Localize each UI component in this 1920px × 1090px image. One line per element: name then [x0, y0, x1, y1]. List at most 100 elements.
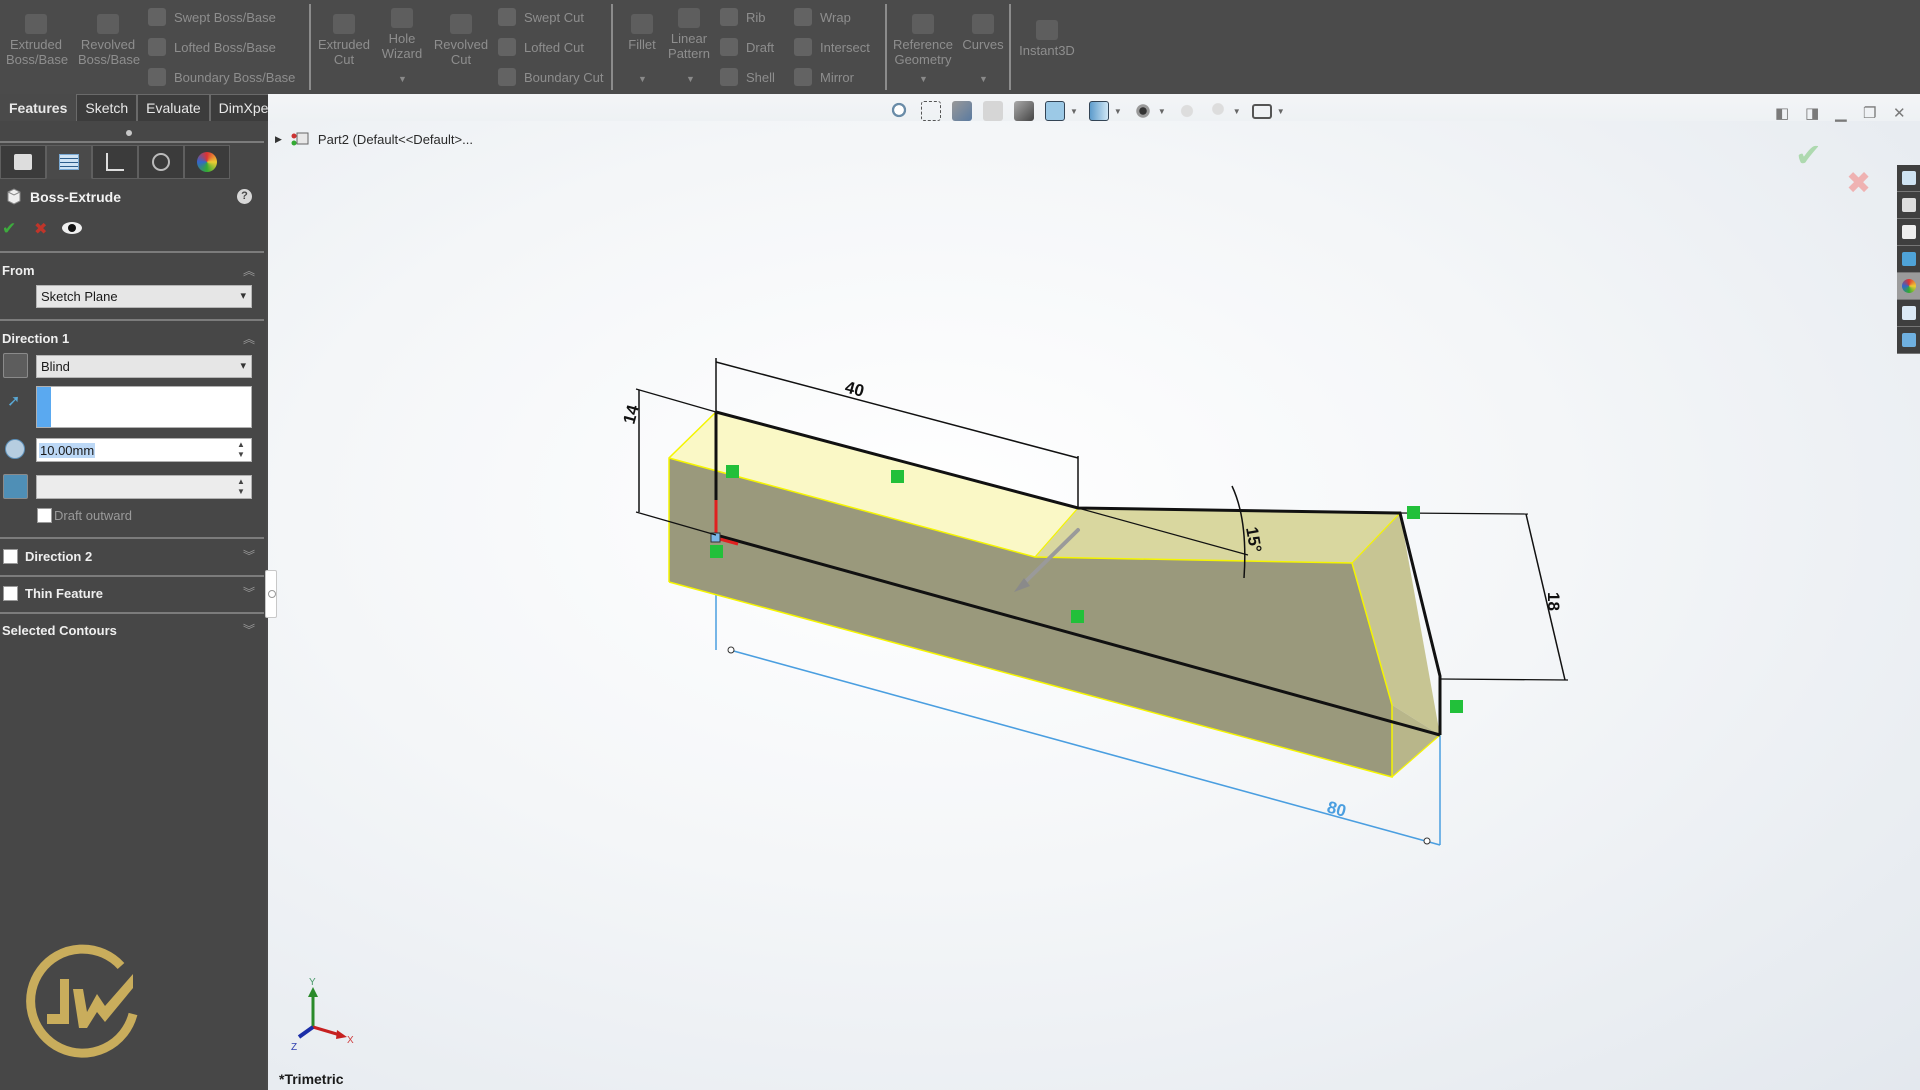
- draft-angle-input[interactable]: ▲ ▼: [36, 475, 252, 499]
- reference-geometry-dropdown[interactable]: ▼: [919, 74, 928, 84]
- ok-button[interactable]: ✔: [2, 219, 16, 239]
- zoom-to-fit-icon[interactable]: [890, 101, 910, 121]
- dimension-18-label[interactable]: 18: [1544, 592, 1563, 611]
- tab-evaluate[interactable]: Evaluate: [137, 94, 210, 121]
- boundary-boss-base-button[interactable]: Boundary Boss/Base: [148, 67, 295, 87]
- vertical-relation-icon[interactable]: [1407, 506, 1420, 519]
- minimize-icon[interactable]: ▁: [1835, 104, 1847, 122]
- draft-angle-spinner[interactable]: ▲ ▼: [233, 477, 249, 497]
- boundary-cut-button[interactable]: Boundary Cut: [498, 67, 604, 87]
- tile-left-icon[interactable]: ◧: [1775, 104, 1789, 122]
- expand-down-icon[interactable]: ︾: [243, 547, 255, 564]
- draft-outward-checkbox[interactable]: [37, 508, 52, 523]
- cancel-button[interactable]: ✖: [34, 219, 47, 239]
- view-settings-dropdown[interactable]: ▼: [1277, 107, 1285, 116]
- extruded-boss-base-button[interactable]: Extruded Boss/Base: [6, 14, 68, 67]
- horizontal-relation-icon[interactable]: [1071, 610, 1084, 623]
- close-icon[interactable]: ✕: [1893, 104, 1906, 122]
- view-settings-icon[interactable]: [1251, 103, 1272, 119]
- direction-reference-selection-box[interactable]: [36, 386, 252, 428]
- dynamic-annotation-views-icon[interactable]: [1014, 101, 1034, 121]
- tab-features[interactable]: Features: [0, 94, 77, 121]
- view-orientation-icon[interactable]: [1045, 101, 1065, 121]
- display-style-icon[interactable]: [1088, 101, 1109, 121]
- flyout-feature-tree[interactable]: ▶ Part2 (Default<<Default>...: [275, 130, 473, 148]
- shell-button[interactable]: Shell: [720, 67, 775, 87]
- edit-appearance-icon[interactable]: [1176, 101, 1197, 121]
- dimxpert-manager-tab[interactable]: [138, 145, 184, 179]
- rib-button[interactable]: Rib: [720, 7, 766, 27]
- previous-view-icon[interactable]: [952, 101, 972, 121]
- expand-arrow-icon[interactable]: ▶: [275, 134, 282, 145]
- swept-boss-base-button[interactable]: Swept Boss/Base: [148, 7, 276, 27]
- panel-grip[interactable]: [126, 130, 132, 136]
- property-manager-tab[interactable]: [46, 145, 92, 179]
- hide-show-items-icon[interactable]: [1132, 101, 1153, 121]
- view-palette-tab[interactable]: [1897, 246, 1920, 273]
- horizontal-relation-icon[interactable]: [891, 470, 904, 483]
- graphics-area[interactable]: 40 14 15° 18 80: [268, 121, 1920, 1090]
- part-name[interactable]: Part2 (Default<<Default>...: [318, 132, 473, 147]
- mirror-button[interactable]: Mirror: [794, 67, 854, 87]
- fillet-button[interactable]: Fillet: [620, 14, 664, 52]
- confirmation-ok-icon[interactable]: ✔: [1795, 136, 1822, 174]
- lofted-boss-base-button[interactable]: Lofted Boss/Base: [148, 37, 276, 57]
- help-icon[interactable]: ?: [237, 189, 252, 204]
- curves-button[interactable]: Curves: [960, 14, 1006, 52]
- collapse-up-icon[interactable]: ︽: [243, 262, 255, 279]
- panel-resize-handle[interactable]: [265, 570, 277, 618]
- direction2-checkbox[interactable]: [3, 549, 18, 564]
- tile-right-icon[interactable]: ◨: [1805, 104, 1819, 122]
- view-orientation-dropdown[interactable]: ▼: [1070, 107, 1078, 116]
- depth-spinner[interactable]: ▲ ▼: [233, 440, 249, 460]
- extruded-cut-button[interactable]: Extruded Cut: [314, 14, 374, 67]
- vertical-relation-icon[interactable]: [726, 465, 739, 478]
- linear-pattern-dropdown[interactable]: ▼: [686, 74, 695, 84]
- reference-geometry-button[interactable]: Reference Geometry: [892, 14, 954, 67]
- file-explorer-tab[interactable]: [1897, 219, 1920, 246]
- swept-cut-button[interactable]: Swept Cut: [498, 7, 584, 27]
- forum-tab[interactable]: [1897, 327, 1920, 354]
- fillet-dropdown[interactable]: ▼: [638, 74, 647, 84]
- wrap-button[interactable]: Wrap: [794, 7, 851, 27]
- display-manager-tab[interactable]: [184, 145, 230, 179]
- model-view[interactable]: 40 14 15° 18 80: [268, 121, 1920, 1090]
- hide-show-dropdown[interactable]: ▼: [1158, 107, 1166, 116]
- from-select[interactable]: Sketch Plane ▾: [36, 285, 252, 308]
- intersect-button[interactable]: Intersect: [794, 37, 870, 57]
- dimension-80-label[interactable]: 80: [1325, 798, 1348, 821]
- design-library-tab[interactable]: [1897, 192, 1920, 219]
- apply-scene-dropdown[interactable]: ▼: [1233, 107, 1241, 116]
- section-view-icon[interactable]: [983, 101, 1003, 121]
- end-condition-select[interactable]: Blind ▾: [36, 355, 252, 378]
- zoom-to-area-icon[interactable]: [921, 101, 941, 121]
- coincident-relation-icon[interactable]: [710, 545, 723, 558]
- solidworks-resources-tab[interactable]: [1897, 165, 1920, 192]
- depth-input[interactable]: 10.00mm ▲ ▼: [36, 438, 252, 462]
- detailed-preview-icon[interactable]: [62, 222, 82, 234]
- collapse-up-icon[interactable]: ︽: [243, 330, 255, 347]
- hole-wizard-button[interactable]: Hole Wizard: [374, 8, 430, 61]
- draft-button[interactable]: Draft: [720, 37, 774, 57]
- lofted-cut-button[interactable]: Lofted Cut: [498, 37, 584, 57]
- display-style-dropdown[interactable]: ▼: [1114, 107, 1122, 116]
- tab-sketch[interactable]: Sketch: [76, 94, 138, 121]
- restore-icon[interactable]: ❐: [1863, 104, 1876, 122]
- hole-wizard-dropdown[interactable]: ▼: [398, 74, 407, 84]
- linear-pattern-button[interactable]: Linear Pattern: [664, 8, 714, 61]
- appearances-tab[interactable]: [1897, 273, 1920, 300]
- revolved-boss-base-button[interactable]: Revolved Boss/Base: [78, 14, 140, 67]
- feature-manager-tab[interactable]: [0, 145, 46, 179]
- curves-dropdown[interactable]: ▼: [979, 74, 988, 84]
- instant3d-button[interactable]: Instant3D: [1014, 20, 1080, 58]
- custom-properties-tab[interactable]: [1897, 300, 1920, 327]
- reverse-direction-button[interactable]: [3, 353, 28, 378]
- draft-on-off-button[interactable]: [3, 474, 28, 499]
- configuration-manager-tab[interactable]: [92, 145, 138, 179]
- apply-scene-icon[interactable]: [1207, 101, 1228, 121]
- expand-down-icon[interactable]: ︾: [243, 621, 255, 638]
- expand-down-icon[interactable]: ︾: [243, 584, 255, 601]
- revolved-cut-button[interactable]: Revolved Cut: [432, 14, 490, 67]
- vertical-relation-icon[interactable]: [1450, 700, 1463, 713]
- confirmation-cancel-icon[interactable]: ✖: [1846, 166, 1871, 201]
